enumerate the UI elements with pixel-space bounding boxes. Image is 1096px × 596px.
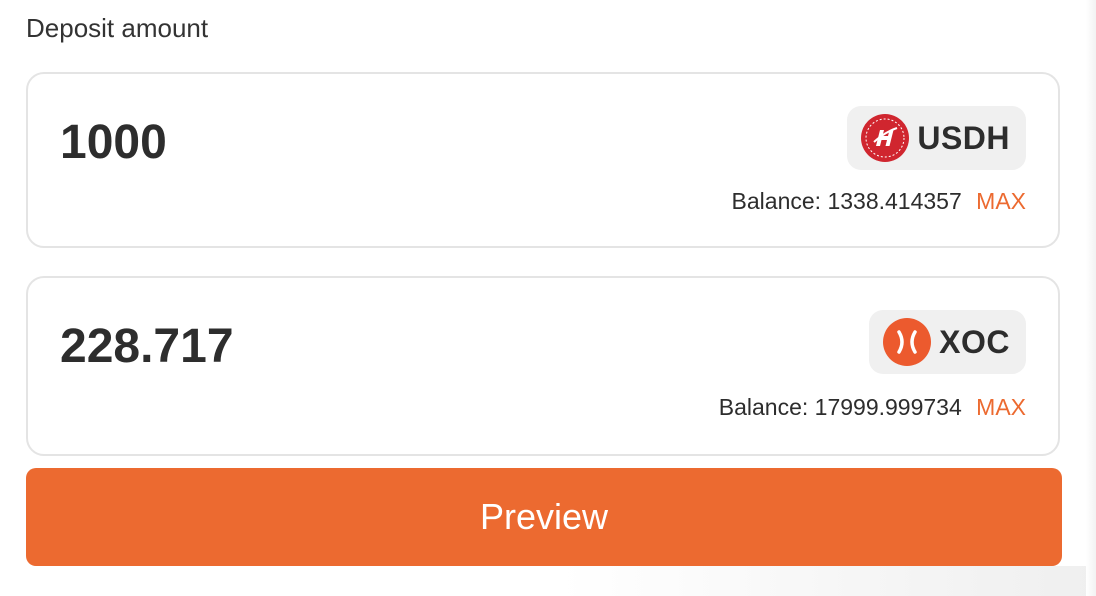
usdh-token-selector[interactable]: USDH (847, 106, 1026, 170)
shadow-decoration (560, 566, 1096, 596)
usdh-balance-label: Balance: (731, 188, 822, 214)
deposit-panel: Deposit amount USDH Balance: 1338.414357… (0, 0, 1096, 596)
deposit-amount-label: Deposit amount (26, 13, 209, 43)
xoc-balance-row: Balance: 17999.999734 MAX (719, 394, 1026, 421)
usdh-balance-value: 1338.414357 (827, 188, 962, 214)
xoc-balance-value: 17999.999734 (814, 394, 962, 420)
usdh-token-symbol: USDH (917, 119, 1010, 156)
usdh-max-button[interactable]: MAX (976, 188, 1026, 214)
xoc-token-symbol: XOC (939, 323, 1010, 360)
edge-decoration (1086, 0, 1096, 596)
usdh-amount-input[interactable] (60, 110, 660, 174)
preview-button[interactable]: Preview (26, 468, 1062, 566)
xoc-token-icon (883, 318, 932, 366)
usdh-balance-row: Balance: 1338.414357 MAX (732, 188, 1026, 215)
xoc-token-selector[interactable]: XOC (869, 310, 1026, 374)
usdh-token-icon (861, 114, 910, 162)
usdh-amount-card: USDH Balance: 1338.414357 MAX (26, 72, 1060, 248)
xoc-balance-label: Balance: (718, 394, 809, 420)
xoc-max-button[interactable]: MAX (976, 394, 1026, 420)
xoc-amount-card: XOC Balance: 17999.999734 MAX (26, 276, 1060, 456)
xoc-amount-input[interactable] (60, 314, 660, 378)
